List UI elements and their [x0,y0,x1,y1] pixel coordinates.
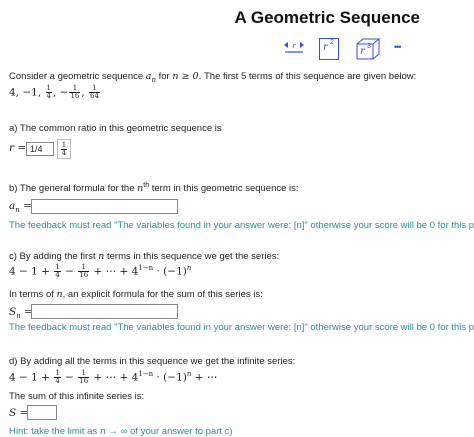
part-d-var: S = [9,407,29,419]
intro-terms: 4, −1, 14, −1 16, 1 64 [9,84,100,100]
part-b-var: an = [9,200,32,215]
part-c-label: c) By adding the first n terms in this s… [9,251,280,262]
part-c-series: 4 − 1 + 14 − 1 16 + ⋯ + 41−n · (−1)n [9,263,192,279]
r-cubed-icon[interactable]: r 3 [356,38,382,60]
arrows-icon[interactable]: r [282,38,306,60]
r-squared-icon[interactable]: r 2 [319,38,339,60]
part-b-feedback: The feedback must read "The variables fo… [9,220,474,231]
part-d-label: d) By adding all the terms in this seque… [9,356,296,367]
part-d-hint: Hint: take the limit as n → ∞ of your an… [9,426,233,437]
page-title: A Geometric Sequence [234,8,421,27]
r3-exponent: 3 [367,43,371,50]
series-sum-input[interactable] [31,304,178,319]
common-ratio-input[interactable]: 1/4 [26,142,54,156]
part-c-feedback: The feedback must read "The variables fo… [9,322,474,333]
more-icon[interactable]: ••• [394,38,412,60]
part-b-label: b) The general formula for the nth term … [9,182,299,195]
part-c-var: Sn = [9,306,33,321]
part-d-sum-label: The sum of this infinite series is: [9,391,145,402]
part-a-label: a) The common ratio in this geometric se… [9,123,222,134]
arrow-label: r [292,42,296,50]
more-label: ••• [394,42,402,52]
general-formula-input[interactable] [31,199,178,214]
part-a-var: r = [9,142,27,154]
r2-exponent: 2 [330,39,334,46]
answer-preview: 14 [57,139,71,159]
r2-label: r [323,42,328,53]
part-d-series: 4 − 1 + 14 − 1 16 + ⋯ + 41−n · (−1)n + ⋯ [9,369,218,385]
intro-text: Consider a geometric sequence an for n ≥… [9,71,417,84]
r3-label: r [360,46,365,57]
part-c-explicit-text: In terms of n, an explicit formula for t… [9,289,263,300]
infinite-sum-input[interactable] [27,405,57,420]
